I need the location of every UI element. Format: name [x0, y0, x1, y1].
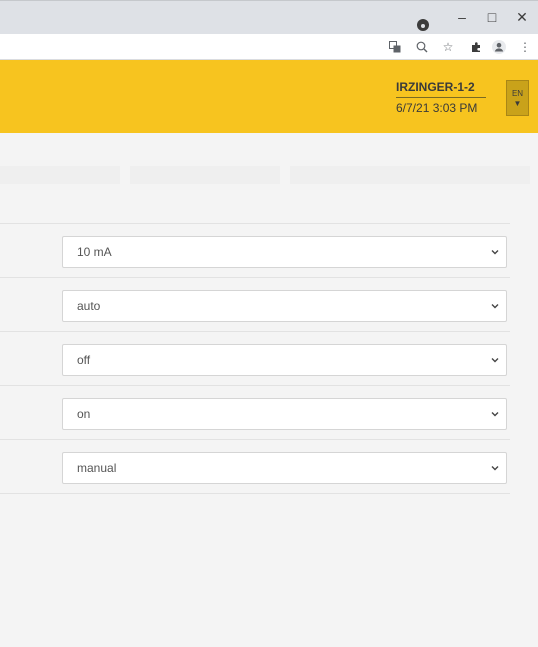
- select-value: 10 mA: [77, 245, 112, 259]
- chevron-down-icon: [491, 304, 499, 309]
- zoom-icon[interactable]: [413, 38, 431, 56]
- select-value: manual: [77, 461, 117, 475]
- site-datetime: 6/7/21 3:03 PM: [396, 101, 478, 115]
- chevron-down-icon: [491, 466, 499, 471]
- chevron-down-icon: [491, 412, 499, 417]
- star-icon[interactable]: ☆: [439, 38, 457, 56]
- caret-down-icon: ▼: [513, 98, 522, 108]
- select-value: auto: [77, 299, 101, 313]
- select-value: on: [77, 407, 91, 421]
- select-value: off: [77, 353, 91, 367]
- profile-icon[interactable]: [490, 38, 508, 56]
- control-select[interactable]: manual: [62, 452, 507, 484]
- form-row: off: [0, 332, 510, 386]
- menu-icon[interactable]: ⋮: [516, 38, 534, 56]
- browser-toolbar: ☆ ⋮: [0, 34, 538, 60]
- close-icon[interactable]: ✕: [507, 3, 537, 31]
- browser-title-bar: – □ ✕: [0, 0, 538, 34]
- extensions-icon[interactable]: [467, 38, 485, 56]
- translate-icon[interactable]: [386, 38, 404, 56]
- switch-on-select[interactable]: on: [62, 398, 507, 430]
- form-row: manual: [0, 440, 510, 494]
- form-row: 10 mA: [0, 224, 510, 278]
- browser-profile-dot-icon[interactable]: [417, 19, 429, 31]
- chevron-down-icon: [491, 358, 499, 363]
- faint-banner: [0, 160, 538, 190]
- language-selector-button[interactable]: EN ▼: [506, 80, 529, 116]
- mode-select[interactable]: auto: [62, 290, 507, 322]
- chevron-down-icon: [491, 250, 499, 255]
- minimize-icon[interactable]: –: [447, 3, 477, 31]
- maximize-icon[interactable]: □: [477, 3, 507, 31]
- switch-off-select[interactable]: off: [62, 344, 507, 376]
- current-select[interactable]: 10 mA: [62, 236, 507, 268]
- site-name[interactable]: IRZINGER-1-2: [396, 80, 486, 98]
- form-row: on: [0, 386, 510, 440]
- form-row: auto: [0, 278, 510, 332]
- language-code: EN: [511, 88, 524, 98]
